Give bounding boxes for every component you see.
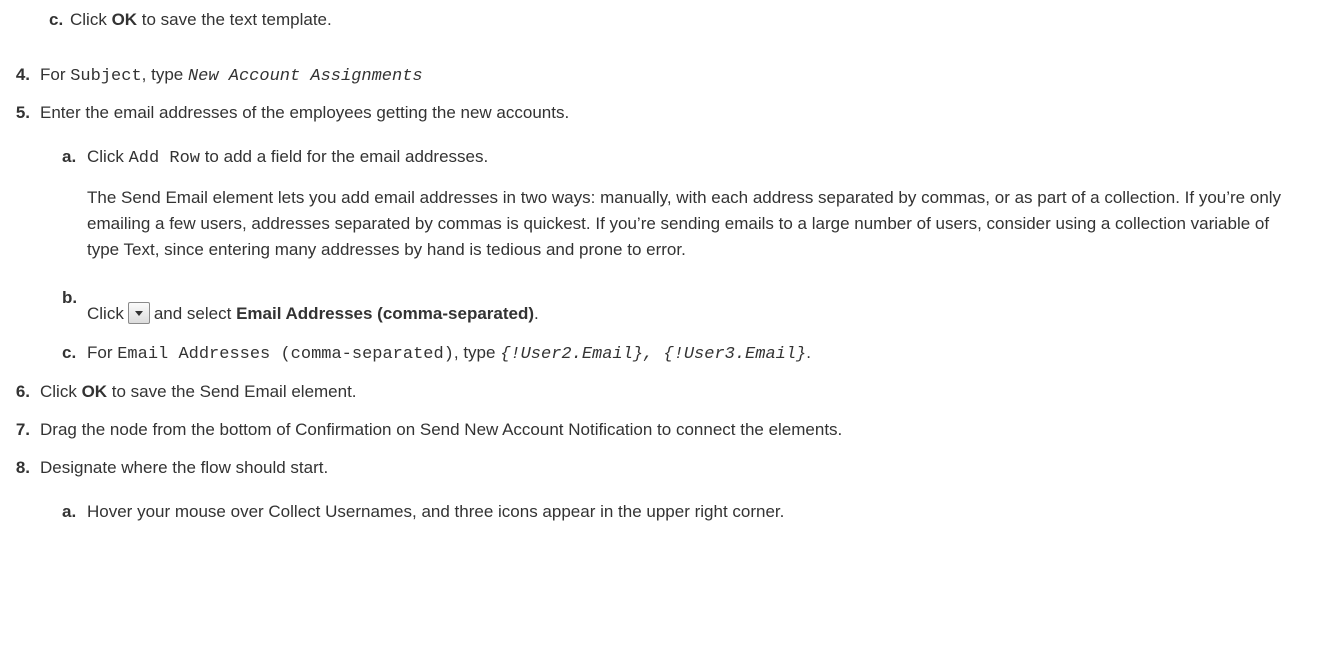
ok-label: OK (111, 10, 138, 29)
step-text: For Subject, type New Account Assignment… (40, 65, 423, 86)
substep-letter: b. (62, 288, 78, 307)
step-number: 8. (15, 458, 30, 477)
step-number: 4. (15, 65, 30, 84)
step-number: 7. (15, 420, 30, 439)
substep-text: Hover your mouse over Collect Usernames,… (87, 502, 785, 521)
step-text: Drag the node from the bottom of Confirm… (40, 420, 843, 439)
step-number: 6. (15, 382, 30, 401)
step-text: Click OK to save the Send Email element. (40, 382, 357, 401)
subject-value: New Account Assignments (187, 67, 423, 86)
send-email-explanation: The Send Email element lets you add emai… (87, 188, 1282, 259)
substep-letter: a. (62, 147, 77, 166)
substep-text: For Email Addresses (comma-separated), t… (87, 343, 811, 364)
substep-text: Click and select Email Addresses (comma-s… (87, 302, 539, 324)
ok-label: OK (81, 382, 108, 401)
substep-letter: a. (62, 502, 77, 521)
substep-text: Click OK to save the text template. (70, 10, 332, 29)
step-text: Enter the email addresses of the employe… (40, 103, 570, 122)
email-addresses-option: Email Addresses (comma-separated) (236, 304, 535, 323)
substep-text: Click Add Row to add a field for the ema… (87, 147, 489, 168)
code-subject: Subject (70, 67, 142, 86)
code-email-addresses: Email Addresses (comma-separated) (117, 345, 454, 364)
step-text: Designate where the flow should start. (40, 458, 329, 477)
dropdown-arrow-icon (127, 302, 150, 324)
substep-letter: c. (49, 10, 64, 29)
document-page: c. Click OK to save the text template. 4… (0, 0, 1319, 654)
substep-letter: c. (62, 343, 77, 362)
email-addresses-value: {!User2.Email}, {!User3.Email} (500, 345, 807, 364)
step-number: 5. (15, 103, 30, 122)
code-add-row: Add Row (128, 149, 200, 168)
